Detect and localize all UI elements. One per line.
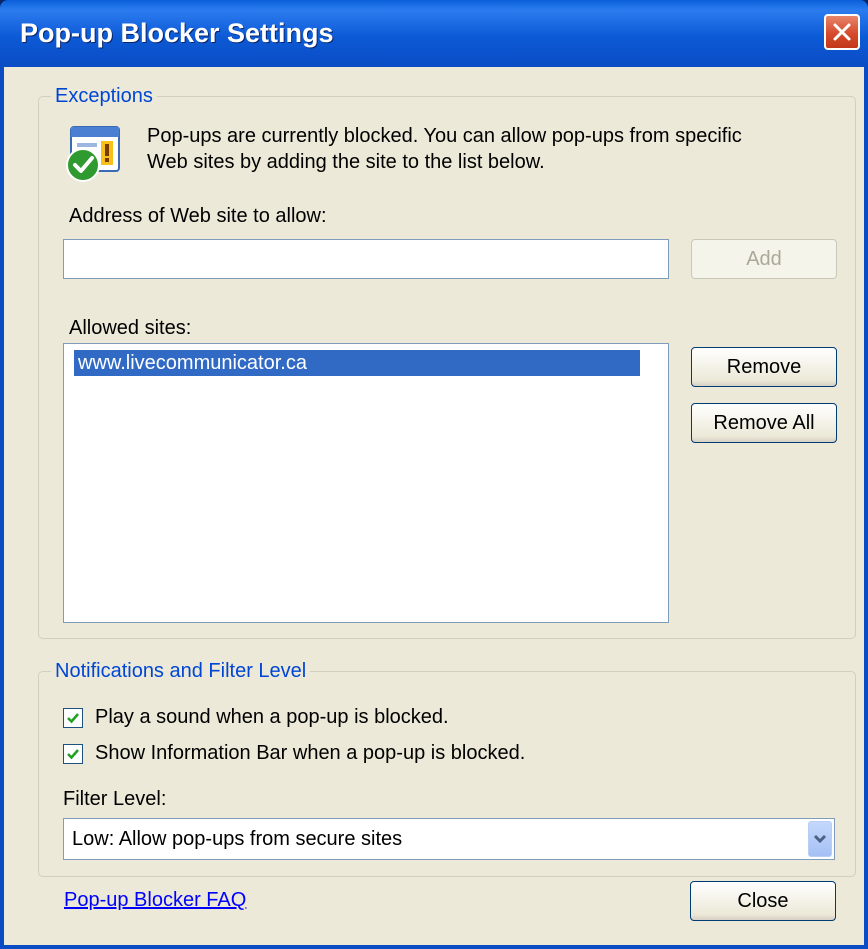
allowed-site-item[interactable]: www.livecommunicator.ca: [74, 350, 640, 376]
window-title: Pop-up Blocker Settings: [20, 18, 334, 48]
exceptions-description-line2: Web sites by adding the site to the list…: [147, 151, 545, 173]
title-bar[interactable]: Pop-up Blocker Settings: [0, 0, 868, 67]
popup-blocker-icon: [63, 123, 125, 185]
close-icon: [833, 23, 851, 41]
info-bar-label[interactable]: Show Information Bar when a pop-up is bl…: [95, 742, 525, 765]
checkmark-icon: [67, 749, 79, 760]
allowed-sites-label: Allowed sites:: [69, 317, 192, 339]
notifications-legend: Notifications and Filter Level: [51, 660, 311, 683]
play-sound-label[interactable]: Play a sound when a pop-up is blocked.: [95, 706, 449, 729]
window-frame-right: [864, 67, 868, 949]
dialog-client-area: Exceptions Pop-ups are currently blocked…: [4, 67, 864, 945]
filter-level-value: Low: Allow pop-ups from secure sites: [72, 828, 403, 850]
exceptions-description-line1: Pop-ups are currently blocked. You can a…: [147, 125, 742, 147]
filter-level-select[interactable]: Low: Allow pop-ups from secure sites: [63, 818, 835, 860]
checkmark-icon: [67, 713, 79, 724]
dialog-window: Pop-up Blocker Settings Exceptions Pop-u…: [0, 0, 868, 949]
address-label: Address of Web site to allow:: [69, 205, 327, 227]
exceptions-group: Exceptions Pop-ups are currently blocked…: [38, 85, 856, 639]
address-input[interactable]: [63, 239, 669, 279]
play-sound-checkbox[interactable]: [63, 708, 83, 728]
close-window-button[interactable]: [824, 14, 860, 50]
window-frame-bottom: [0, 945, 868, 949]
notifications-group: Notifications and Filter Level Play a so…: [38, 660, 856, 877]
dropdown-arrow[interactable]: [808, 821, 832, 857]
remove-all-button[interactable]: Remove All: [691, 403, 837, 443]
add-button[interactable]: Add: [691, 239, 837, 279]
allowed-sites-list[interactable]: www.livecommunicator.ca: [63, 343, 669, 623]
filter-level-label: Filter Level:: [63, 788, 167, 810]
exceptions-legend: Exceptions: [51, 85, 157, 108]
chevron-down-icon: [813, 834, 827, 844]
close-button[interactable]: Close: [690, 881, 836, 921]
info-bar-checkbox[interactable]: [63, 744, 83, 764]
faq-link[interactable]: Pop-up Blocker FAQ: [64, 889, 246, 912]
remove-button[interactable]: Remove: [691, 347, 837, 387]
